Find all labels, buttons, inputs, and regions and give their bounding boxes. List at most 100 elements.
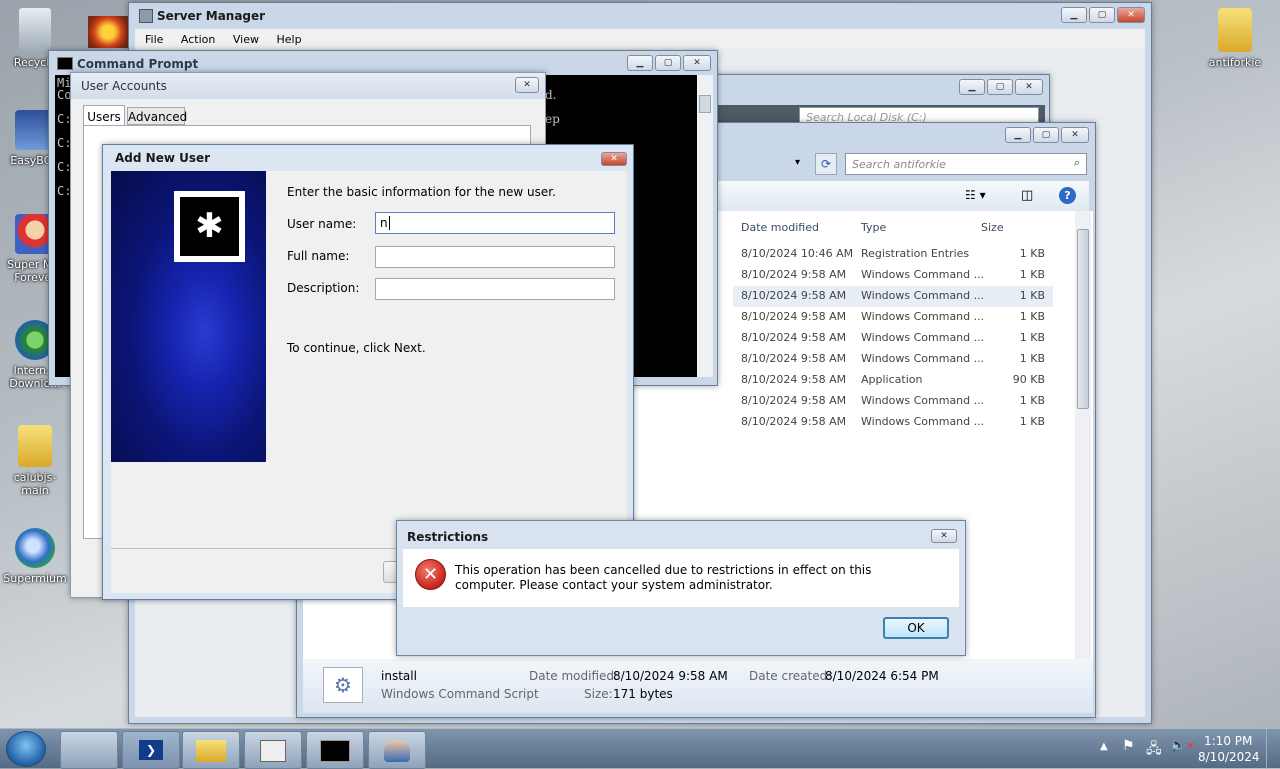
file-row[interactable]: 8/10/2024 10:46 AM Registration Entries 1 … (733, 244, 1053, 265)
calubjs-main-folder-icon[interactable]: calubjs-main (0, 425, 70, 497)
start-button[interactable] (6, 731, 46, 767)
search-placeholder: Search antiforkie (852, 158, 946, 171)
description-field[interactable] (375, 278, 615, 300)
search-box-front[interactable]: Search antiforkie ⌕ (845, 153, 1087, 175)
column-date-modified[interactable]: Date modified (741, 221, 819, 234)
created-label: Date created: (749, 669, 832, 683)
close-button[interactable]: ✕ (515, 77, 539, 93)
user-accounts-titlebar[interactable]: User Accounts ✕ (71, 73, 545, 99)
address-dropdown-chevron-icon[interactable]: ▾ (795, 157, 800, 168)
file-name: install (381, 669, 417, 683)
file-row[interactable]: 8/10/2024 9:58 AM Windows Command ... 1 KB (733, 307, 1053, 328)
column-type[interactable]: Type (861, 221, 886, 234)
add-new-user-titlebar[interactable]: Add New User ✕ (103, 145, 633, 171)
server-manager-task[interactable] (60, 731, 118, 769)
description-label: Description: (287, 281, 360, 295)
scrollbar-thumb[interactable] (699, 95, 711, 113)
users-task[interactable] (368, 731, 426, 769)
menu-action[interactable]: Action (181, 33, 215, 46)
explorer-task[interactable] (182, 731, 240, 769)
modified-value: 8/10/2024 9:58 AM (613, 669, 728, 683)
vertical-scrollbar[interactable] (1075, 211, 1091, 659)
minimize-button[interactable]: ▁ (627, 55, 653, 71)
maximize-button[interactable]: ▢ (987, 79, 1013, 95)
fullname-field[interactable] (375, 246, 615, 268)
flower-shortcut-icon[interactable] (88, 16, 128, 48)
minimize-button[interactable]: ▁ (959, 79, 985, 95)
snapshot-task[interactable] (244, 731, 302, 769)
preview-pane-icon[interactable]: ◫ (1021, 188, 1033, 203)
tab-advanced[interactable]: Advanced (127, 107, 187, 125)
size-value: 171 bytes (613, 687, 673, 701)
powershell-task[interactable]: ❯ (122, 731, 180, 769)
antiforkie-label: antiforkie (1208, 56, 1262, 69)
restrictions-message-area: ✕ This operation has been cancelled due … (403, 549, 959, 607)
menu-view[interactable]: View (233, 33, 259, 46)
modified-label: Date modified: (529, 669, 619, 683)
error-icon: ✕ (415, 559, 446, 590)
file-row[interactable]: 8/10/2024 9:58 AM Windows Command ... 1 KB (733, 265, 1053, 286)
maximize-button[interactable]: ▢ (1089, 7, 1115, 23)
intro-text: Enter the basic information for the new … (287, 185, 556, 199)
calubjs-main-label: calubjs-main (13, 471, 57, 497)
close-button[interactable]: ✕ (1117, 7, 1145, 23)
file-row[interactable]: 8/10/2024 9:58 AM Windows Command ... 1 KB (733, 412, 1053, 433)
ok-button[interactable]: OK (883, 617, 949, 639)
taskbar: ❯ ▲ ⚑ 🖧 🔈✕ 1:10 PM 8/10/2024 (0, 728, 1280, 769)
supermium-icon[interactable]: Supermium (0, 528, 70, 585)
scrollbar-thumb[interactable] (1077, 229, 1089, 409)
view-options-icon[interactable]: ☷ ▾ (965, 188, 986, 202)
action-center-flag-icon[interactable]: ⚑ (1122, 738, 1135, 754)
console-fragment: d. (545, 88, 557, 102)
cmd-task[interactable] (306, 731, 364, 769)
file-row[interactable]: 8/10/2024 9:58 AM Windows Command ... 1 KB (733, 328, 1053, 349)
server-manager-menubar: File Action View Help (135, 29, 1145, 49)
console-fragment: ep (545, 112, 560, 126)
maximize-button[interactable]: ▢ (1033, 127, 1059, 143)
close-button[interactable]: ✕ (1061, 127, 1089, 143)
wizard-emblem-icon: ✱ (174, 191, 245, 262)
server-manager-titlebar[interactable]: Server Manager ▁ ▢ ✕ (129, 3, 1151, 29)
show-hidden-icons-icon[interactable]: ▲ (1100, 741, 1108, 752)
close-button[interactable]: ✕ (683, 55, 711, 71)
add-new-user-title: Add New User (115, 151, 211, 165)
restrictions-titlebar[interactable]: Restrictions ✕ (397, 521, 965, 547)
server-manager-title: Server Manager (157, 9, 266, 23)
search-icon[interactable]: ⌕ (1074, 156, 1080, 170)
clock-time[interactable]: 1:10 PM (1204, 734, 1252, 748)
menu-file[interactable]: File (145, 33, 163, 46)
console-scrollbar[interactable] (697, 75, 713, 377)
supermium-label: Supermium (3, 572, 67, 585)
close-button[interactable]: ✕ (931, 529, 957, 543)
restrictions-message: This operation has been cancelled due to… (455, 563, 872, 592)
menu-help[interactable]: Help (276, 33, 301, 46)
file-row[interactable]: 8/10/2024 9:58 AM Windows Command ... 1 KB (733, 349, 1053, 370)
volume-muted-icon[interactable]: 🔈✕ (1170, 738, 1195, 753)
help-icon[interactable]: ? (1059, 187, 1076, 204)
minimize-button[interactable]: ▁ (1061, 7, 1087, 23)
network-icon[interactable]: 🖧 (1146, 738, 1162, 762)
column-size[interactable]: Size (981, 221, 1004, 234)
show-desktop-button[interactable] (1266, 729, 1280, 769)
cmd-icon (57, 57, 73, 70)
clock-date[interactable]: 8/10/2024 (1198, 750, 1260, 764)
tab-users[interactable]: Users (83, 105, 125, 127)
file-row[interactable]: 8/10/2024 9:58 AM Application 90 KB (733, 370, 1053, 391)
size-label: Size: (584, 687, 613, 701)
username-field[interactable]: n (375, 212, 615, 234)
restrictions-title: Restrictions (407, 530, 489, 544)
server-manager-icon (139, 9, 153, 23)
maximize-button[interactable]: ▢ (655, 55, 681, 71)
file-rows: 8/10/2024 10:46 AM Registration Entries 1 … (733, 244, 1063, 444)
created-value: 8/10/2024 6:54 PM (825, 669, 939, 683)
continue-text: To continue, click Next. (287, 341, 426, 355)
fullname-label: Full name: (287, 249, 350, 263)
antiforkie-folder-icon[interactable]: antiforkie (1200, 8, 1270, 69)
close-button[interactable]: ✕ (601, 152, 627, 166)
close-button[interactable]: ✕ (1015, 79, 1043, 95)
file-row-selected[interactable]: 8/10/2024 9:58 AM Windows Command ... 1 KB (733, 286, 1053, 307)
minimize-button[interactable]: ▁ (1005, 127, 1031, 143)
file-row[interactable]: 8/10/2024 9:58 AM Windows Command ... 1 KB (733, 391, 1053, 412)
refresh-button[interactable]: ⟳ (815, 153, 837, 175)
wizard-banner-image: ✱ (111, 171, 266, 462)
